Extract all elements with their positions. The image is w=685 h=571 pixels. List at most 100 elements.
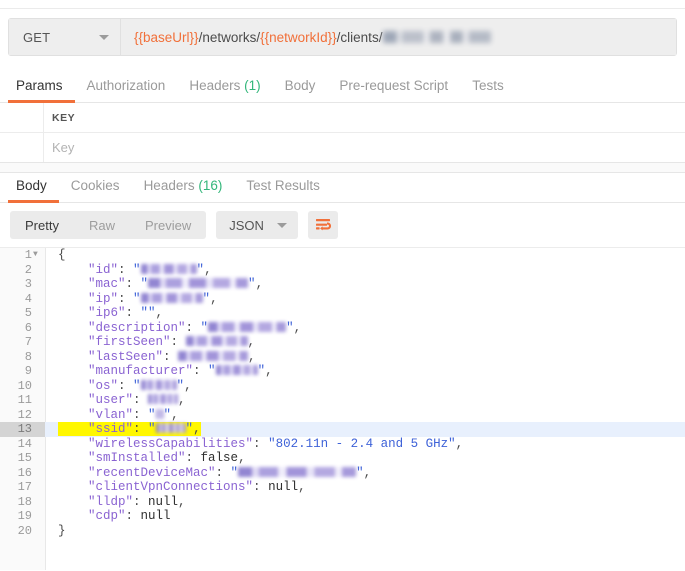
- code-text: "lastSeen": ,: [45, 350, 256, 365]
- code-token-p: ,: [363, 465, 372, 480]
- editor-empty-area: [0, 539, 685, 570]
- code-text: "lldp": null,: [45, 495, 186, 510]
- editor-gutter-tail: [0, 539, 46, 570]
- code-line[interactable]: 7 "firstSeen": ,: [0, 335, 685, 350]
- request-tab-tests[interactable]: Tests: [460, 78, 516, 102]
- code-token-p: ,: [178, 494, 186, 509]
- tab-label: Test Results: [246, 178, 320, 193]
- code-token-k: "mac": [58, 277, 126, 291]
- code-line[interactable]: 10 "os": " ",: [0, 379, 685, 394]
- code-token-p: :: [118, 262, 134, 277]
- response-tab-headers[interactable]: Headers (16): [132, 178, 235, 202]
- code-line[interactable]: 19 "cdp": null: [0, 509, 685, 524]
- code-line[interactable]: 1 ▼ {: [0, 248, 685, 263]
- request-tabs: Params Authorization Headers (1) Body Pre-re…: [0, 70, 685, 103]
- code-line[interactable]: 15 "smInstalled": false,: [0, 451, 685, 466]
- request-tab-body[interactable]: Body: [273, 78, 328, 102]
- tab-label: Tests: [472, 78, 504, 93]
- line-number: 14: [17, 436, 32, 451]
- code-text: "wirelessCapabilities": "802.11n - 2.4 a…: [45, 437, 463, 452]
- code-line[interactable]: 6 "description": " ",: [0, 321, 685, 336]
- code-line[interactable]: 11 "user": ,: [0, 393, 685, 408]
- code-token-p: ,: [184, 378, 192, 393]
- code-token-p: ,: [455, 436, 464, 451]
- request-tab-pre-request-script[interactable]: Pre-request Script: [327, 78, 460, 102]
- view-mode-preview[interactable]: Preview: [130, 211, 206, 239]
- request-tab-authorization[interactable]: Authorization: [75, 78, 178, 102]
- code-line[interactable]: 8 "lastSeen": ,: [0, 350, 685, 365]
- view-mode-raw[interactable]: Raw: [74, 211, 130, 239]
- code-token-p: :: [215, 465, 231, 480]
- code-token-s: ": [286, 320, 294, 335]
- code-line[interactable]: 12 "vlan": " ",: [0, 408, 685, 423]
- line-number: 12: [17, 407, 32, 422]
- code-text: "description": " ",: [45, 321, 301, 336]
- code-token-p: :: [185, 320, 201, 335]
- url-path-networks: /networks/: [198, 29, 261, 45]
- response-body-editor[interactable]: 1 ▼{2 "id": " ", 3 "mac": " ", 4 "ip": " ", 5 "…: [0, 248, 685, 539]
- code-text: "user": ,: [45, 393, 186, 408]
- redacted-value: [148, 394, 179, 404]
- code-token-p: ,: [171, 407, 179, 422]
- chevron-down-icon: [99, 34, 109, 40]
- redacted-value: [208, 321, 287, 332]
- view-mode-pretty[interactable]: Pretty: [10, 211, 74, 239]
- request-url-input[interactable]: {{baseUrl}}/networks/{{networkId}}/clien…: [121, 19, 676, 55]
- line-number: 2: [24, 262, 32, 277]
- code-token-p: :: [133, 422, 149, 436]
- redacted-value: [238, 466, 357, 477]
- code-line[interactable]: 9 "manufacturer": " ",: [0, 364, 685, 379]
- word-wrap-toggle-button[interactable]: [307, 211, 338, 239]
- code-text: "mac": " ",: [45, 277, 263, 292]
- code-text: "ip": " ",: [45, 292, 218, 307]
- code-token-s: ": [230, 465, 239, 480]
- code-token-s: "802.11n - 2.4 and 5 GHz": [268, 436, 456, 451]
- code-token-p: :: [253, 480, 269, 494]
- code-token-k: "lldp": [58, 494, 134, 509]
- code-text: "manufacturer": " ",: [45, 364, 273, 379]
- code-line[interactable]: 4 "ip": " ",: [0, 292, 685, 307]
- code-token-p: ,: [155, 306, 164, 320]
- request-tab-params[interactable]: Params: [8, 78, 75, 103]
- response-tab-test-results[interactable]: Test Results: [234, 178, 332, 202]
- line-number: 16: [17, 465, 32, 480]
- code-line[interactable]: 13 "ssid": " ",: [0, 422, 685, 437]
- params-row-checkbox-cell[interactable]: [0, 133, 44, 162]
- params-key-input-placeholder: Key: [52, 140, 75, 155]
- code-token-s: ": [133, 291, 141, 306]
- code-token-p: ,: [193, 422, 201, 436]
- code-token-p: :: [163, 349, 179, 364]
- code-token-p: :: [133, 494, 149, 509]
- params-select-all-cell[interactable]: [0, 103, 44, 132]
- code-token-s: ": [185, 422, 194, 436]
- code-line[interactable]: 16 "recentDeviceMac": " ",: [0, 466, 685, 481]
- response-tab-body[interactable]: Body: [8, 178, 59, 203]
- http-method-selector[interactable]: GET: [9, 19, 121, 55]
- code-token-s: ": [163, 407, 172, 422]
- code-text: "recentDeviceMac": " ",: [45, 466, 371, 481]
- code-token-s: ": [176, 378, 185, 393]
- code-token-k: "firstSeen": [58, 335, 171, 349]
- code-line[interactable]: 2 "id": " ",: [0, 263, 685, 278]
- code-line[interactable]: 18 "lldp": null,: [0, 495, 685, 510]
- code-line[interactable]: 3 "mac": " ",: [0, 277, 685, 292]
- code-token-lit: null: [268, 480, 299, 494]
- line-number: 3: [24, 277, 32, 291]
- code-line[interactable]: 17 "clientVpnConnections": null,: [0, 480, 685, 495]
- redacted-value: [178, 350, 249, 361]
- window-top-strip: [0, 0, 685, 9]
- request-tab-headers[interactable]: Headers (1): [177, 78, 272, 102]
- code-fold-toggle-icon[interactable]: ▼: [33, 248, 38, 263]
- line-number: 11: [17, 393, 32, 407]
- code-token-p: ,: [210, 291, 218, 306]
- code-token-p: :: [193, 364, 209, 378]
- code-line[interactable]: 5 "ip6": "",: [0, 306, 685, 321]
- code-line[interactable]: 14 "wirelessCapabilities": "802.11n - 2.…: [0, 437, 685, 452]
- code-text: "cdp": null: [45, 509, 171, 524]
- response-tab-cookies[interactable]: Cookies: [59, 178, 132, 202]
- code-line[interactable]: 20}: [0, 524, 685, 539]
- params-key-input-cell[interactable]: Key: [44, 133, 685, 162]
- code-token-k: "ssid": [58, 422, 134, 436]
- response-language-selector[interactable]: JSON: [216, 211, 298, 239]
- code-token-k: "user": [58, 393, 134, 407]
